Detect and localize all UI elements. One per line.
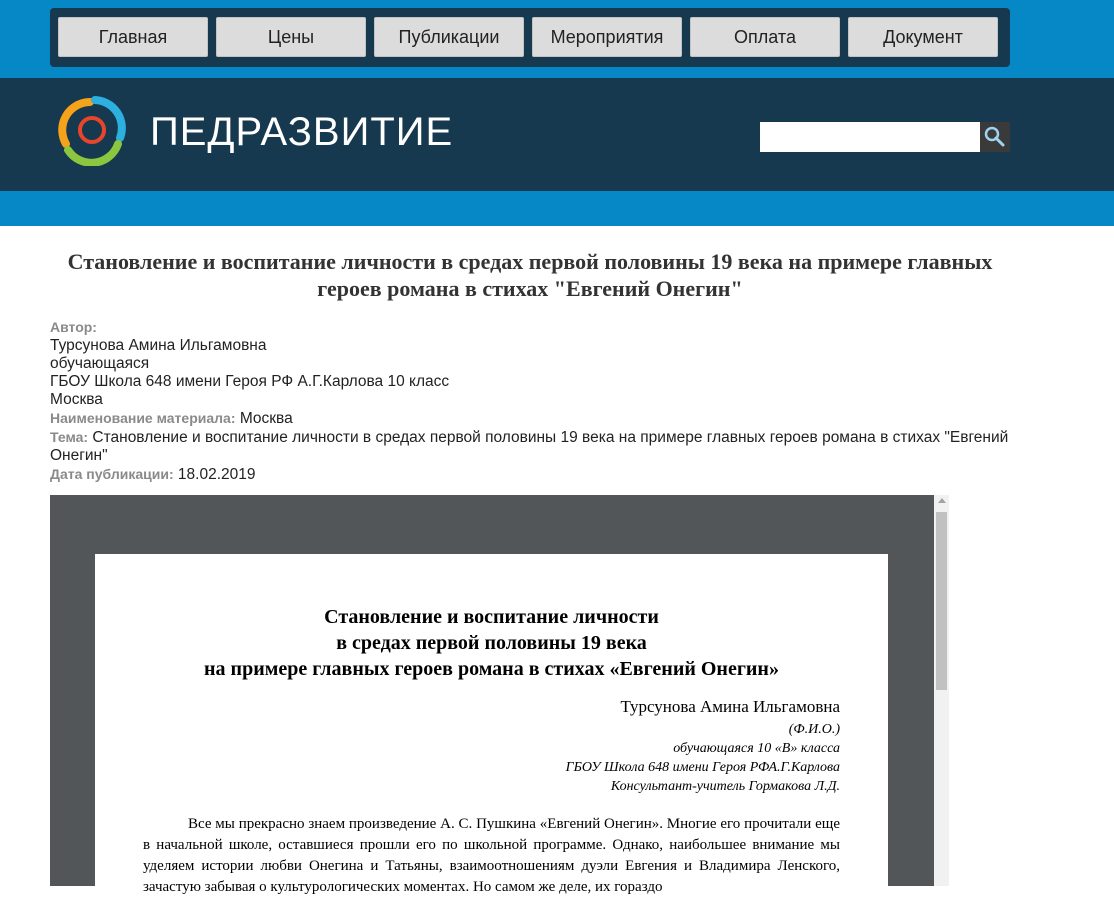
scroll-up-arrow-icon[interactable] xyxy=(938,498,946,503)
site-logo-text[interactable]: ПЕДРАЗВИТИЕ xyxy=(150,110,453,155)
author-name: Турсунова Амина Ильгамовна xyxy=(50,337,267,354)
header-strip xyxy=(0,191,1114,226)
material-label: Наименование материала: xyxy=(50,410,236,426)
document-school: ГБОУ Школа 648 имени Героя РФА.Г.Карлова xyxy=(565,760,840,775)
document-title-line: Становление и воспитание личности xyxy=(324,606,659,628)
scrollbar-thumb[interactable] xyxy=(936,512,947,690)
document-author-details: (Ф.И.О.) обучающаяся 10 «В» класса ГБОУ … xyxy=(566,720,840,796)
nav-payment-button[interactable]: Оплата xyxy=(690,17,840,57)
nav-home-button[interactable]: Главная xyxy=(58,17,208,57)
document-title-line: на примере главных героев романа в стиха… xyxy=(204,658,779,680)
date-value: 18.02.2019 xyxy=(177,466,256,483)
author-city: Москва xyxy=(50,391,103,408)
author-label: Автор: xyxy=(50,319,97,335)
document-page: Становление и воспитание личности в сред… xyxy=(95,554,888,895)
document-author: Турсунова Амина Ильгамовна xyxy=(620,697,840,716)
document-body-text: Все мы прекрасно знаем произведение А. С… xyxy=(143,816,840,895)
search-input[interactable] xyxy=(760,122,980,152)
document-fio: (Ф.И.О.) xyxy=(788,722,840,737)
author-role: обучающаяся xyxy=(50,355,150,372)
logo-icon[interactable] xyxy=(50,92,130,166)
document-title: Становление и воспитание личности в сред… xyxy=(95,604,888,682)
document-consultant: Консультант-учитель Гормакова Л.Д. xyxy=(610,779,840,794)
page-title: Становление и воспитание личности в сред… xyxy=(67,249,993,301)
nav-prices-button[interactable]: Цены xyxy=(216,17,366,57)
search-button[interactable] xyxy=(980,122,1010,152)
document-title-line: в средах первой половины 19 века xyxy=(336,632,647,654)
nav-events-button[interactable]: Мероприятия xyxy=(532,17,682,57)
main-nav: Главная Цены Публикации Мероприятия Опла… xyxy=(50,8,1010,67)
publication-meta: Автор: Турсунова Амина Ильгамовна обучаю… xyxy=(50,318,1010,484)
topic-value: Становление и воспитание личности в сред… xyxy=(50,429,1009,464)
author-school: ГБОУ Школа 648 имени Героя РФ А.Г.Карлов… xyxy=(50,373,450,390)
nav-publications-button[interactable]: Публикации xyxy=(374,17,524,57)
material-value: Москва xyxy=(239,410,293,427)
document-grade: обучающаяся 10 «В» класса xyxy=(673,741,840,756)
date-label: Дата публикации: xyxy=(50,466,174,482)
topic-label: Тема: xyxy=(50,429,89,445)
search-icon xyxy=(984,126,1005,147)
nav-document-button[interactable]: Документ xyxy=(848,17,998,57)
